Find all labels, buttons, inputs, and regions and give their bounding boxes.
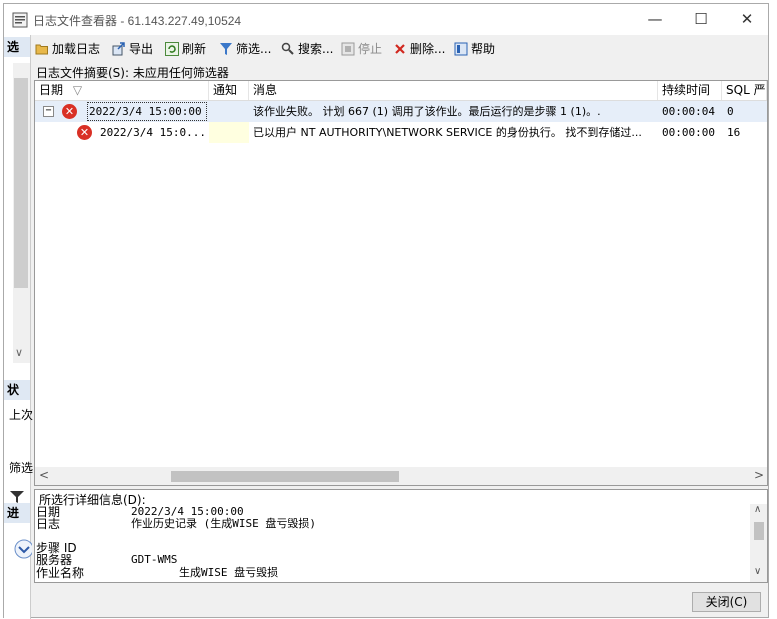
detail-value-job-name: 生成WISE 盘亏毁损: [179, 566, 279, 579]
log-grid: 日期 ▽ 通知 消息 持续时间 SQL 严重 − ✕ 2022/3/4 15:0…: [34, 80, 768, 486]
detail-key-server: 服务器: [36, 553, 73, 567]
collapse-toggle-icon[interactable]: −: [43, 106, 54, 117]
background-window-right: [768, 0, 777, 618]
column-date-label: 日期: [39, 83, 64, 97]
row-message: 已以用户 NT AUTHORITY\NETWORK SERVICE 的身份执行。…: [253, 126, 642, 139]
detail-value-server: GDT-WMS: [131, 553, 178, 566]
search-icon: [281, 42, 294, 55]
maximize-button[interactable]: ☐: [678, 4, 724, 35]
load-log-button[interactable]: 加载日志: [35, 37, 100, 61]
column-sql-severity[interactable]: SQL 严重: [722, 81, 767, 100]
table-row[interactable]: ✕ 2022/3/4 15:0... 已以用户 NT AUTHORITY\NET…: [35, 122, 767, 143]
select-panel-header: 选: [4, 37, 30, 57]
detail-key-log: 日志: [36, 517, 61, 531]
grid-scroll-thumb[interactable]: [171, 471, 399, 482]
error-icon: ✕: [62, 104, 77, 119]
error-icon: ✕: [77, 125, 92, 140]
column-date[interactable]: 日期 ▽: [35, 81, 209, 100]
minimize-button[interactable]: —: [632, 4, 678, 35]
export-button[interactable]: 导出: [112, 37, 153, 61]
row-duration: 00:00:00: [662, 126, 715, 139]
search-label: 搜索...: [298, 42, 334, 56]
filter-toolbar-label: 筛选...: [236, 42, 272, 56]
help-label: 帮助: [471, 42, 496, 56]
stop-label: 停止: [358, 42, 383, 56]
sort-icon: ▽: [72, 83, 83, 97]
progress-panel-header: 进: [4, 503, 30, 523]
expand-chevron-icon[interactable]: [14, 538, 32, 560]
row-severity: 16: [727, 126, 741, 139]
refresh-icon: [165, 42, 179, 56]
selected-row-details: 所选行详细信息(D): 日期 2022/3/4 15:00:00 日志 作业历史…: [34, 489, 768, 583]
side-scroll-down-icon[interactable]: ∨: [15, 346, 23, 359]
row-notify: [209, 122, 249, 143]
filter-icon: [220, 43, 232, 55]
refresh-label: 刷新: [182, 42, 207, 56]
side-panel: 选 ∨ 状 上次 筛选 进: [4, 35, 34, 619]
row-date: 2022/3/4 15:00:00: [87, 102, 207, 121]
filter-funnel-icon: [10, 491, 24, 503]
help-button[interactable]: 帮助: [454, 37, 495, 61]
status-panel-header: 状: [4, 380, 30, 400]
stop-button[interactable]: 停止: [341, 37, 382, 61]
export-label: 导出: [129, 42, 154, 56]
log-viewer-app-icon: [12, 12, 28, 28]
grid-header: 日期 ▽ 通知 消息 持续时间 SQL 严重: [35, 81, 767, 101]
row-duration: 00:00:04: [662, 105, 715, 118]
table-row[interactable]: − ✕ 2022/3/4 15:00:00 该作业失败。 计划 667 (1) …: [35, 101, 767, 122]
log-viewer-window: 日志文件查看器 - 61.143.227.49,10524 — ☐ ✕ 选 ∨ …: [3, 3, 769, 619]
detail-value-log: 作业历史记录 (生成WISE 盘亏毁损): [131, 517, 316, 530]
delete-button[interactable]: 删除...: [393, 37, 445, 61]
filter-label: 筛选: [9, 461, 34, 475]
filter-button[interactable]: 筛选...: [219, 37, 271, 61]
delete-x-icon: [395, 44, 405, 54]
column-message[interactable]: 消息: [249, 81, 658, 100]
scroll-left-icon[interactable]: <: [39, 468, 49, 482]
row-message: 该作业失败。 计划 667 (1) 调用了该作业。最后运行的是步骤 1 (1)。…: [253, 105, 601, 118]
log-summary-label: 日志文件摘要(S): 未应用任何筛选器: [36, 66, 229, 80]
row-notify: [209, 101, 249, 122]
details-scroll-up-icon[interactable]: ∧: [754, 504, 761, 515]
scroll-right-icon[interactable]: >: [754, 468, 764, 482]
help-book-icon: [454, 42, 468, 56]
grid-horizontal-scrollbar[interactable]: < >: [35, 467, 767, 485]
side-scrollbar-thumb[interactable]: [14, 78, 28, 288]
stop-icon: [341, 42, 355, 56]
details-scroll-thumb[interactable]: [754, 522, 764, 540]
last-run-label: 上次: [9, 408, 34, 422]
close-button[interactable]: 关闭(C): [692, 592, 761, 612]
column-duration[interactable]: 持续时间: [658, 81, 722, 100]
row-severity: 0: [727, 105, 734, 118]
search-button[interactable]: 搜索...: [281, 37, 333, 61]
export-icon: [112, 42, 125, 56]
details-scroll-down-icon[interactable]: ∨: [754, 566, 761, 577]
refresh-button[interactable]: 刷新: [165, 37, 206, 61]
row-date: 2022/3/4 15:0...: [100, 126, 206, 139]
delete-label: 删除...: [410, 42, 446, 56]
toolbar: 加载日志 导出 刷新 筛选... 搜索... 停止 删除... 帮助: [33, 37, 768, 61]
close-window-button[interactable]: ✕: [724, 4, 770, 35]
detail-key-job-name: 作业名称: [36, 566, 85, 580]
open-folder-icon: [35, 44, 48, 55]
load-log-label: 加载日志: [52, 42, 101, 56]
title-bar: 日志文件查看器 - 61.143.227.49,10524 — ☐ ✕: [4, 4, 768, 35]
column-notify[interactable]: 通知: [209, 81, 249, 100]
window-title: 日志文件查看器 - 61.143.227.49,10524: [33, 14, 242, 28]
